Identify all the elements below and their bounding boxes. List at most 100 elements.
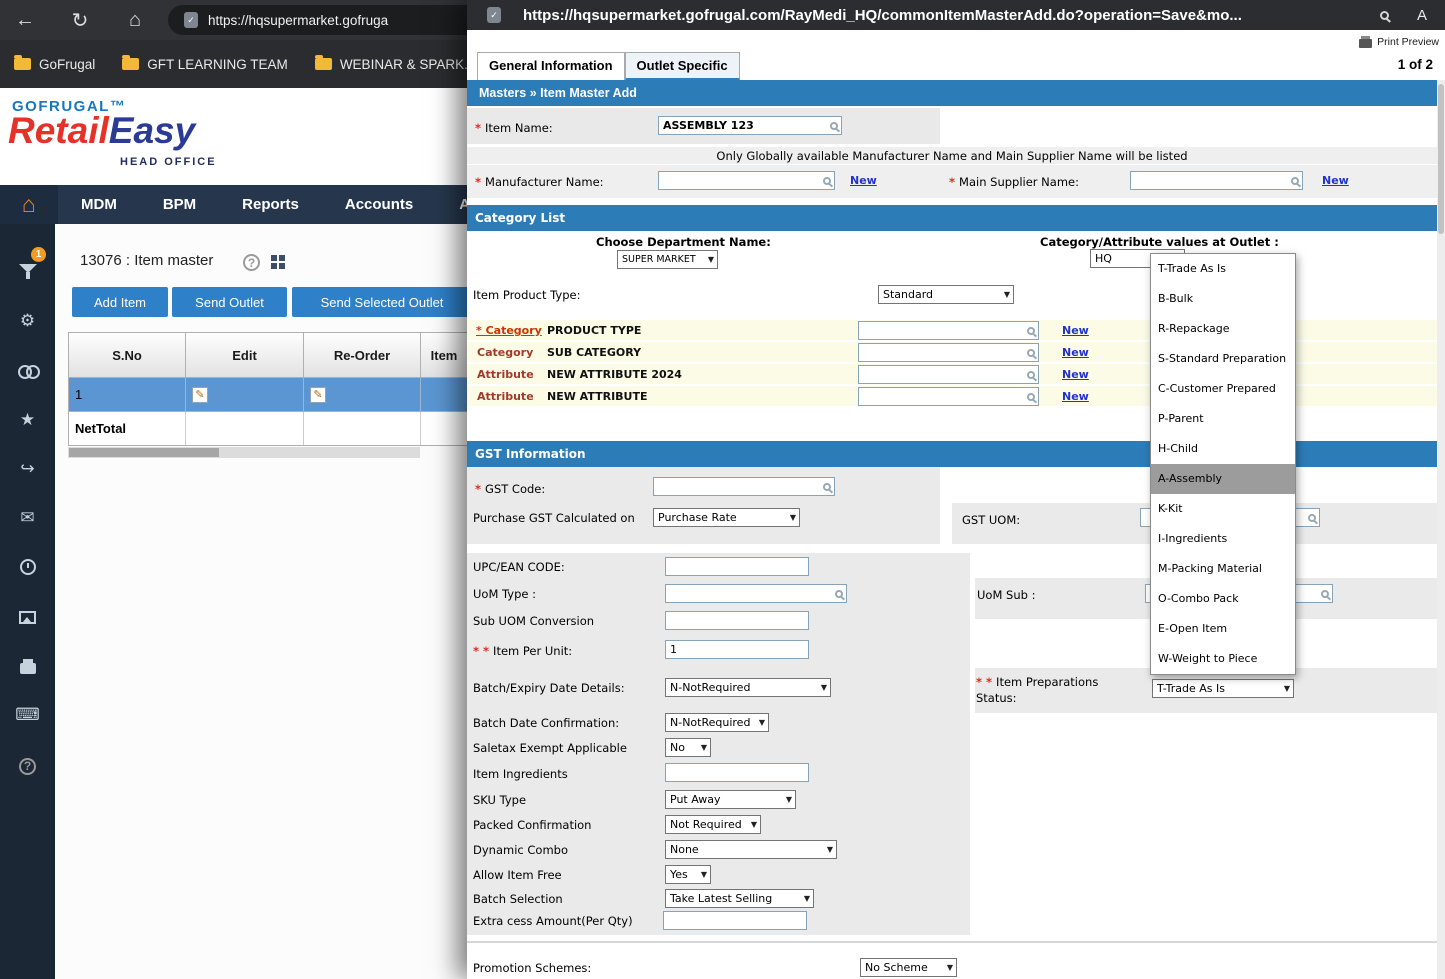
- category-new-link[interactable]: New: [1062, 368, 1089, 381]
- send-selected-outlet-button[interactable]: Send Selected Outlet: [292, 287, 472, 317]
- add-item-button[interactable]: Add Item: [72, 287, 168, 317]
- category-value-input[interactable]: [858, 321, 1039, 340]
- search-icon[interactable]: [1321, 590, 1329, 598]
- table-hscrollbar[interactable]: [68, 447, 420, 458]
- dropdown-option[interactable]: M-Packing Material: [1151, 554, 1295, 584]
- dropdown-option-highlighted[interactable]: A-Assembly: [1151, 464, 1295, 494]
- nav-item-bpm[interactable]: BPM: [140, 185, 219, 224]
- zoom-icon[interactable]: [1380, 11, 1389, 20]
- dropdown-option[interactable]: I-Ingredients: [1151, 524, 1295, 554]
- gst-code-input[interactable]: [653, 477, 835, 496]
- dropdown-option[interactable]: T-Trade As Is: [1151, 254, 1295, 284]
- packed-confirmation-select[interactable]: Not Required ▼: [665, 815, 761, 834]
- main-supplier-input[interactable]: [1130, 171, 1303, 190]
- item-product-type-select[interactable]: Standard ▼: [878, 285, 1014, 304]
- dropdown-option[interactable]: C-Customer Prepared: [1151, 374, 1295, 404]
- category-new-link[interactable]: New: [1062, 346, 1089, 359]
- nav-home-tab[interactable]: ⌂: [0, 185, 58, 224]
- bookmark-gofrugal[interactable]: GoFrugal: [14, 57, 95, 72]
- item-per-unit-input[interactable]: [665, 640, 809, 659]
- category-value-input[interactable]: [858, 365, 1039, 384]
- tab-general-information[interactable]: General Information: [477, 52, 625, 81]
- grid-view-icon[interactable]: [271, 255, 285, 269]
- star-icon[interactable]: ★: [0, 405, 55, 435]
- bookmark-gft-learning-team[interactable]: GFT LEARNING TEAM: [122, 57, 288, 72]
- upc-input[interactable]: [665, 557, 809, 576]
- allow-item-free-select[interactable]: Yes ▼: [665, 865, 711, 884]
- print-preview-button[interactable]: Print Preview: [1359, 36, 1439, 48]
- batch-selection-select[interactable]: Take Latest Selling ▼: [665, 889, 814, 908]
- printer-icon[interactable]: [0, 651, 55, 681]
- bookmark-webinar-spark[interactable]: WEBINAR & SPARK..: [315, 57, 472, 72]
- sub-uom-input[interactable]: [665, 611, 809, 630]
- category-new-link[interactable]: New: [1062, 390, 1089, 403]
- help-icon[interactable]: ?: [0, 751, 55, 781]
- batch-expiry-select[interactable]: N-NotRequired ▼: [665, 678, 831, 697]
- sku-type-select[interactable]: Put Away ▼: [665, 790, 796, 809]
- back-icon[interactable]: ←: [8, 3, 42, 37]
- search-icon[interactable]: [1291, 177, 1299, 185]
- edit-icon[interactable]: ✎: [310, 387, 326, 403]
- dropdown-option[interactable]: P-Parent: [1151, 404, 1295, 434]
- read-aloud-icon[interactable]: A: [1417, 7, 1427, 24]
- dropdown-option[interactable]: S-Standard Preparation: [1151, 344, 1295, 374]
- item-preparations-select[interactable]: T-Trade As Is ▼: [1152, 679, 1294, 698]
- category-value-input[interactable]: [858, 387, 1039, 406]
- dropdown-option[interactable]: B-Bulk: [1151, 284, 1295, 314]
- department-select[interactable]: SUPER MARKET ▼: [617, 250, 718, 269]
- dropdown-option[interactable]: E-Open Item: [1151, 614, 1295, 644]
- extra-cess-input[interactable]: [663, 911, 807, 930]
- popup-vscrollbar-thumb[interactable]: [1438, 84, 1444, 234]
- search-icon[interactable]: [1027, 393, 1035, 401]
- gear-icon[interactable]: ⚙: [0, 306, 55, 336]
- saletax-select[interactable]: No ▼: [665, 738, 711, 757]
- table-row[interactable]: 1 ✎ ✎: [68, 378, 468, 412]
- promotion-select[interactable]: No Scheme ▼: [860, 958, 957, 977]
- item-name-input[interactable]: [658, 116, 842, 135]
- dropdown-option[interactable]: R-Repackage: [1151, 314, 1295, 344]
- batch-date-select[interactable]: N-NotRequired ▼: [665, 713, 769, 732]
- nav-item-accounts[interactable]: Accounts: [322, 185, 436, 224]
- manufacturer-input[interactable]: [658, 171, 835, 190]
- dropdown-option[interactable]: W-Weight to Piece: [1151, 644, 1295, 674]
- purchase-gst-select[interactable]: Purchase Rate ▼: [653, 508, 800, 527]
- dynamic-combo-select[interactable]: None ▼: [665, 840, 837, 859]
- popup-address-bar[interactable]: ✓ https://hqsupermarket.gofrugal.com/Ray…: [467, 0, 1445, 30]
- tab-outlet-specific[interactable]: Outlet Specific: [625, 52, 740, 81]
- link-icon[interactable]: [0, 355, 55, 385]
- nav-item-mdm[interactable]: MDM: [58, 185, 140, 224]
- dropdown-option[interactable]: K-Kit: [1151, 494, 1295, 524]
- search-icon[interactable]: [1308, 514, 1316, 522]
- nav-item-reports[interactable]: Reports: [219, 185, 322, 224]
- search-icon[interactable]: [823, 483, 831, 491]
- search-icon[interactable]: [1027, 327, 1035, 335]
- clock-icon[interactable]: [0, 552, 55, 582]
- search-icon[interactable]: [1027, 349, 1035, 357]
- send-outlet-button[interactable]: Send Outlet: [172, 287, 287, 317]
- main-supplier-new-link[interactable]: New: [1322, 174, 1349, 187]
- address-bar[interactable]: ✓ https://hqsupermarket.gofruga: [168, 5, 498, 35]
- keyboard-icon[interactable]: ⌨: [0, 700, 55, 730]
- category-new-link[interactable]: New: [1062, 324, 1089, 337]
- help-circle-icon[interactable]: ?: [243, 254, 260, 271]
- home-icon[interactable]: ⌂: [118, 3, 152, 37]
- search-icon[interactable]: [823, 177, 831, 185]
- uom-type-input[interactable]: [665, 584, 847, 603]
- filter-icon[interactable]: [0, 257, 55, 287]
- image-icon[interactable]: [0, 602, 55, 632]
- search-icon[interactable]: [835, 590, 843, 598]
- dropdown-option[interactable]: H-Child: [1151, 434, 1295, 464]
- search-icon[interactable]: [1027, 371, 1035, 379]
- manufacturer-new-link[interactable]: New: [850, 174, 877, 187]
- dropdown-option[interactable]: O-Combo Pack: [1151, 584, 1295, 614]
- edit-icon[interactable]: ✎: [192, 387, 208, 403]
- refresh-icon[interactable]: ↻: [63, 3, 97, 37]
- chevron-down-icon: ▼: [708, 255, 714, 264]
- category-value-input[interactable]: [858, 343, 1039, 362]
- item-ingredients-input[interactable]: [665, 763, 809, 782]
- mail-icon[interactable]: ✉: [0, 503, 55, 533]
- search-icon[interactable]: [830, 122, 838, 130]
- category-type-link[interactable]: * Category: [476, 324, 542, 337]
- share-icon[interactable]: ↪: [0, 454, 55, 484]
- site-badge-icon: ✓: [184, 12, 198, 28]
